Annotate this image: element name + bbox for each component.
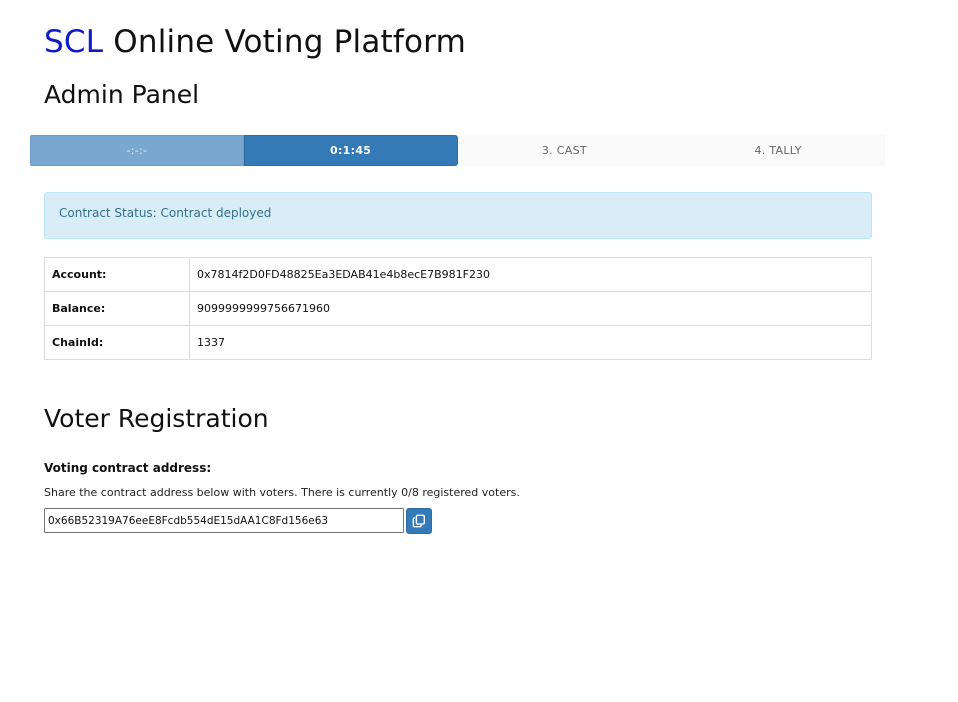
- step-2[interactable]: 0:1:45: [243, 135, 458, 166]
- account-value: 0x7814f2D0FD48825Ea3EDAB41e4b8ecE7B981F2…: [189, 257, 872, 292]
- table-row: ChainId: 1337: [44, 325, 872, 360]
- account-key: Account:: [44, 257, 190, 292]
- page-title: Admin Panel: [44, 80, 200, 109]
- chainid-value: 1337: [189, 325, 872, 360]
- brand-name: SCL: [44, 24, 104, 60]
- table-row: Balance: 9099999999756671960: [44, 291, 872, 326]
- registration-help-text: Share the contract address below with vo…: [44, 486, 520, 499]
- contract-address-input[interactable]: [44, 508, 404, 533]
- step-4-tally[interactable]: 4. TALLY: [671, 135, 885, 166]
- table-row: Account: 0x7814f2D0FD48825Ea3EDAB41e4b8e…: [44, 257, 872, 292]
- contract-address-label: Voting contract address:: [44, 461, 212, 475]
- app-title: SCL Online Voting Platform: [44, 24, 466, 60]
- page: SCL Online Voting Platform Admin Panel -…: [0, 0, 958, 702]
- balance-value: 9099999999756671960: [189, 291, 872, 326]
- voter-registration-title: Voter Registration: [44, 404, 269, 433]
- account-info-table: Account: 0x7814f2D0FD48825Ea3EDAB41e4b8e…: [44, 257, 872, 360]
- app-title-text: Online Voting Platform: [113, 24, 466, 60]
- copy-icon: [412, 514, 426, 528]
- copy-address-button[interactable]: [406, 508, 432, 534]
- step-3-cast[interactable]: 3. CAST: [458, 135, 672, 166]
- chainid-key: ChainId:: [44, 325, 190, 360]
- progress-steps: -:-:- 0:1:45 3. CAST 4. TALLY: [30, 135, 885, 166]
- step-1[interactable]: -:-:-: [30, 135, 244, 166]
- contract-status-alert: Contract Status: Contract deployed: [44, 192, 872, 239]
- balance-key: Balance:: [44, 291, 190, 326]
